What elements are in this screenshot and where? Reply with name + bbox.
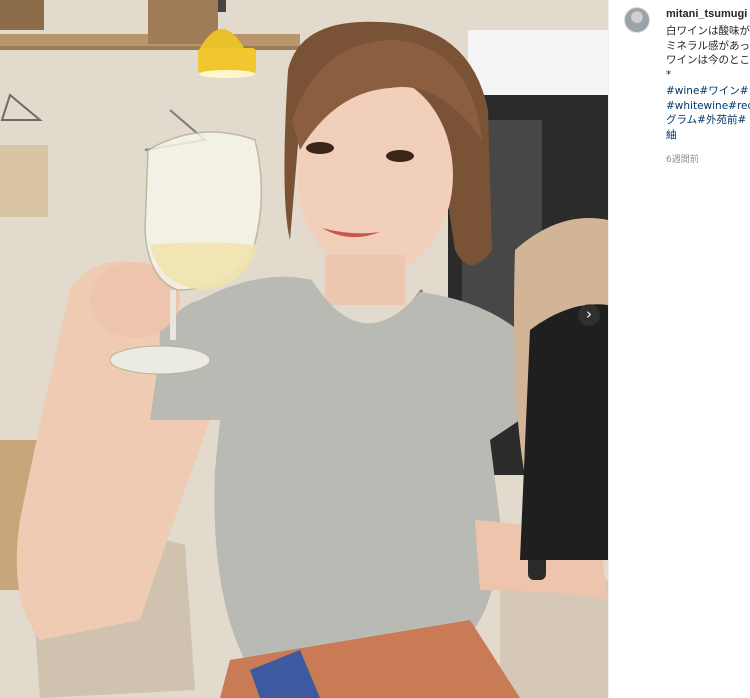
photo-illustration xyxy=(0,0,608,698)
post-timestamp: 6週間前 xyxy=(666,155,699,165)
caption-line: 白ワインは酸味が xyxy=(666,25,750,37)
avatar[interactable] xyxy=(624,7,650,33)
caption-line: * xyxy=(666,68,672,81)
hashtag-line[interactable]: 紬 xyxy=(666,128,750,143)
post-photo: › xyxy=(0,0,608,698)
hashtags: #wine#ワイン#ワ #whitewine#redw グラム#外苑前# 紬 xyxy=(666,84,750,142)
post-side-panel: mitani_tsumugi 白ワインは酸味が ミネラル感があっ ワインは今のと… xyxy=(608,0,750,698)
hashtag-line[interactable]: #wine#ワイン#ワ xyxy=(666,84,750,99)
chevron-right-icon: › xyxy=(586,305,592,323)
next-photo-button[interactable]: › xyxy=(578,304,600,326)
hashtag-line[interactable]: #whitewine#redw xyxy=(666,99,750,114)
caption-line: ミネラル感があっ xyxy=(666,39,750,52)
post-caption: 白ワインは酸味が ミネラル感があっ ワインは今のとこ * xyxy=(666,24,750,82)
hashtag-line[interactable]: グラム#外苑前# xyxy=(666,113,750,128)
caption-line: ワインは今のとこ xyxy=(666,54,750,66)
username-link[interactable]: mitani_tsumugi xyxy=(666,8,747,20)
